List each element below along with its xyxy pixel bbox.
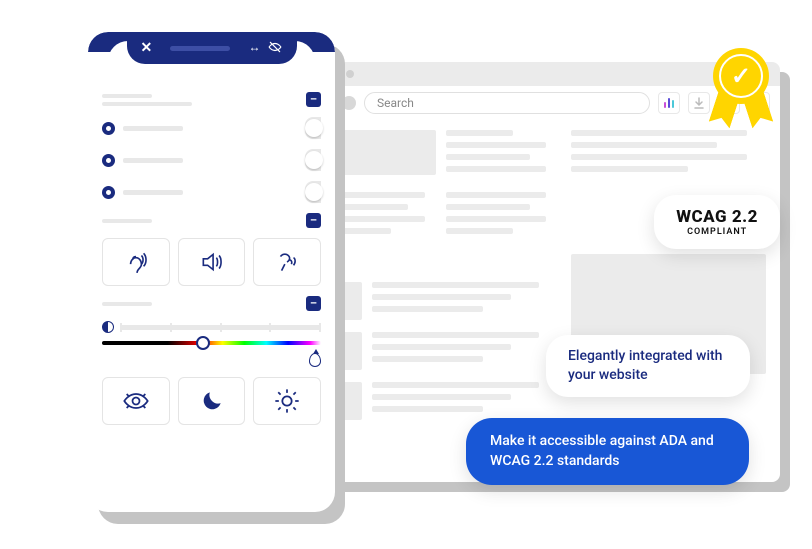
accessibility-widget: ✕ ↔ – – [88, 32, 335, 512]
section-header: – [102, 213, 321, 228]
option-row[interactable] [102, 181, 321, 203]
nav-forward-button[interactable] [342, 96, 356, 110]
content-left-column [324, 130, 557, 432]
option-label [123, 126, 183, 131]
radio-icon [102, 154, 115, 167]
moon-icon[interactable] [178, 377, 246, 425]
radio-icon [102, 122, 115, 135]
elegant-text: Elegantly integrated with your website [568, 347, 728, 385]
widget-header: ✕ ↔ [88, 32, 335, 80]
speaker-icon[interactable] [178, 238, 246, 286]
section-header: – [102, 296, 321, 311]
section-header: – [102, 92, 321, 107]
resize-icon[interactable]: ↔ [248, 40, 260, 57]
list-item [324, 282, 557, 320]
collapse-button[interactable]: – [306, 296, 321, 311]
search-input[interactable]: Search [364, 92, 650, 114]
toggle-switch[interactable] [305, 117, 321, 139]
slider-thumb[interactable] [196, 336, 210, 350]
analytics-icon[interactable] [658, 92, 680, 114]
collapse-button[interactable]: – [306, 92, 321, 107]
wcag-badge: WCAG 2.2 COMPLIANT [654, 195, 780, 249]
toggle-switch[interactable] [305, 149, 321, 171]
list-item [324, 332, 557, 370]
skeleton-block [324, 130, 436, 175]
saturation-icon[interactable] [309, 353, 321, 367]
sun-icon[interactable] [253, 377, 321, 425]
ada-badge: Make it accessible against ADA and WCAG … [466, 418, 749, 485]
speaker-bar [170, 46, 230, 51]
list-item [324, 382, 557, 420]
radio-icon [102, 186, 115, 199]
color-slider[interactable] [102, 341, 321, 345]
option-label [123, 190, 183, 195]
contrast-slider[interactable] [102, 321, 321, 333]
contrast-icon [102, 321, 114, 333]
checkmark-icon: ✓ [731, 62, 751, 90]
option-label [123, 158, 183, 163]
toggle-switch[interactable] [305, 181, 321, 203]
wcag-title: WCAG 2.2 [676, 207, 758, 227]
traffic-dot [346, 70, 354, 78]
option-row[interactable] [102, 149, 321, 171]
widget-body: – – – [88, 80, 335, 443]
award-ribbon: ✓ [706, 48, 776, 136]
eye-icon[interactable] [102, 377, 170, 425]
search-placeholder: Search [377, 96, 414, 110]
wcag-subtitle: COMPLIANT [676, 227, 758, 237]
collapse-button[interactable]: – [306, 213, 321, 228]
visibility-icon[interactable] [268, 40, 282, 57]
close-icon[interactable]: ✕ [141, 40, 153, 56]
option-row[interactable] [102, 117, 321, 139]
hearing-icon[interactable] [102, 238, 170, 286]
elegant-badge: Elegantly integrated with your website [546, 335, 750, 397]
ada-text: Make it accessible against ADA and WCAG … [490, 432, 725, 471]
skeleton-text [446, 130, 558, 178]
voice-icon[interactable] [253, 238, 321, 286]
